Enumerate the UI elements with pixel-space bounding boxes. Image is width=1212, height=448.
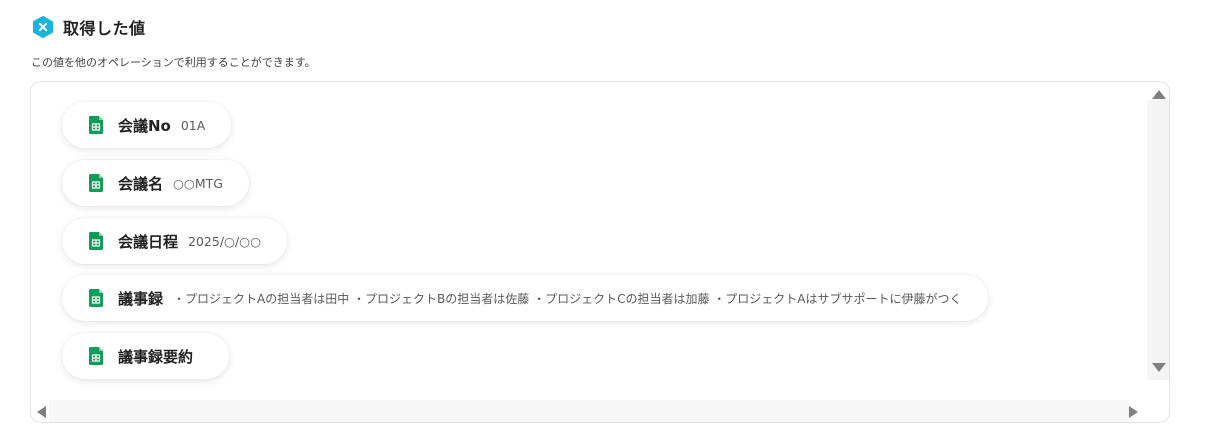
- horizontal-scrollbar[interactable]: [31, 400, 1147, 422]
- vertical-scrollbar[interactable]: [1147, 82, 1169, 400]
- value-label: 会議No: [118, 116, 171, 135]
- value-label: 会議名: [118, 174, 164, 193]
- section-description: この値を他のオペレーションで利用することができます。: [31, 56, 316, 69]
- google-sheets-icon: [89, 289, 103, 307]
- values-panel: 会議No 01A 会議名 ○○MTG 会議日程 2025/○/○○ 議事録 ・プ…: [30, 81, 1170, 423]
- horizontal-scroll-track[interactable]: [49, 400, 1129, 422]
- value-text: ・プロジェクトAの担当者は田中 ・プロジェクトBの担当者は佐藤 ・プロジェクトC…: [173, 291, 962, 306]
- scroll-left-arrow-icon[interactable]: [37, 406, 46, 418]
- google-sheets-icon: [89, 116, 103, 134]
- scroll-right-arrow-icon[interactable]: [1129, 406, 1138, 418]
- value-text: 01A: [180, 117, 206, 133]
- google-sheets-icon: [89, 232, 103, 250]
- value-label: 議事録: [118, 289, 164, 308]
- value-text: ○○MTG: [173, 175, 223, 191]
- value-item-meeting-no[interactable]: 会議No 01A: [62, 102, 232, 148]
- value-text: 2025/○/○○: [188, 233, 261, 249]
- value-label: 会議日程: [118, 232, 179, 251]
- section-header: 取得した値: [32, 14, 146, 40]
- value-label: 議事録要約: [118, 347, 194, 366]
- value-item-meeting-name[interactable]: 会議名 ○○MTG: [62, 160, 249, 206]
- value-item-meeting-date[interactable]: 会議日程 2025/○/○○: [62, 218, 287, 264]
- values-list: 会議No 01A 会議名 ○○MTG 会議日程 2025/○/○○ 議事録 ・プ…: [31, 82, 1147, 400]
- value-item-minutes-summary[interactable]: 議事録要約: [62, 333, 230, 379]
- google-sheets-icon: [89, 347, 103, 365]
- scroll-down-arrow-icon[interactable]: [1152, 363, 1166, 372]
- google-sheets-icon: [89, 174, 103, 192]
- value-item-minutes[interactable]: 議事録 ・プロジェクトAの担当者は田中 ・プロジェクトBの担当者は佐藤 ・プロジ…: [62, 275, 988, 321]
- close-hexagon-icon: [32, 16, 54, 38]
- vertical-scroll-track[interactable]: [1147, 100, 1169, 380]
- scrollbar-corner: [1147, 400, 1169, 422]
- section-title: 取得した値: [63, 19, 146, 38]
- scroll-up-arrow-icon[interactable]: [1152, 90, 1166, 99]
